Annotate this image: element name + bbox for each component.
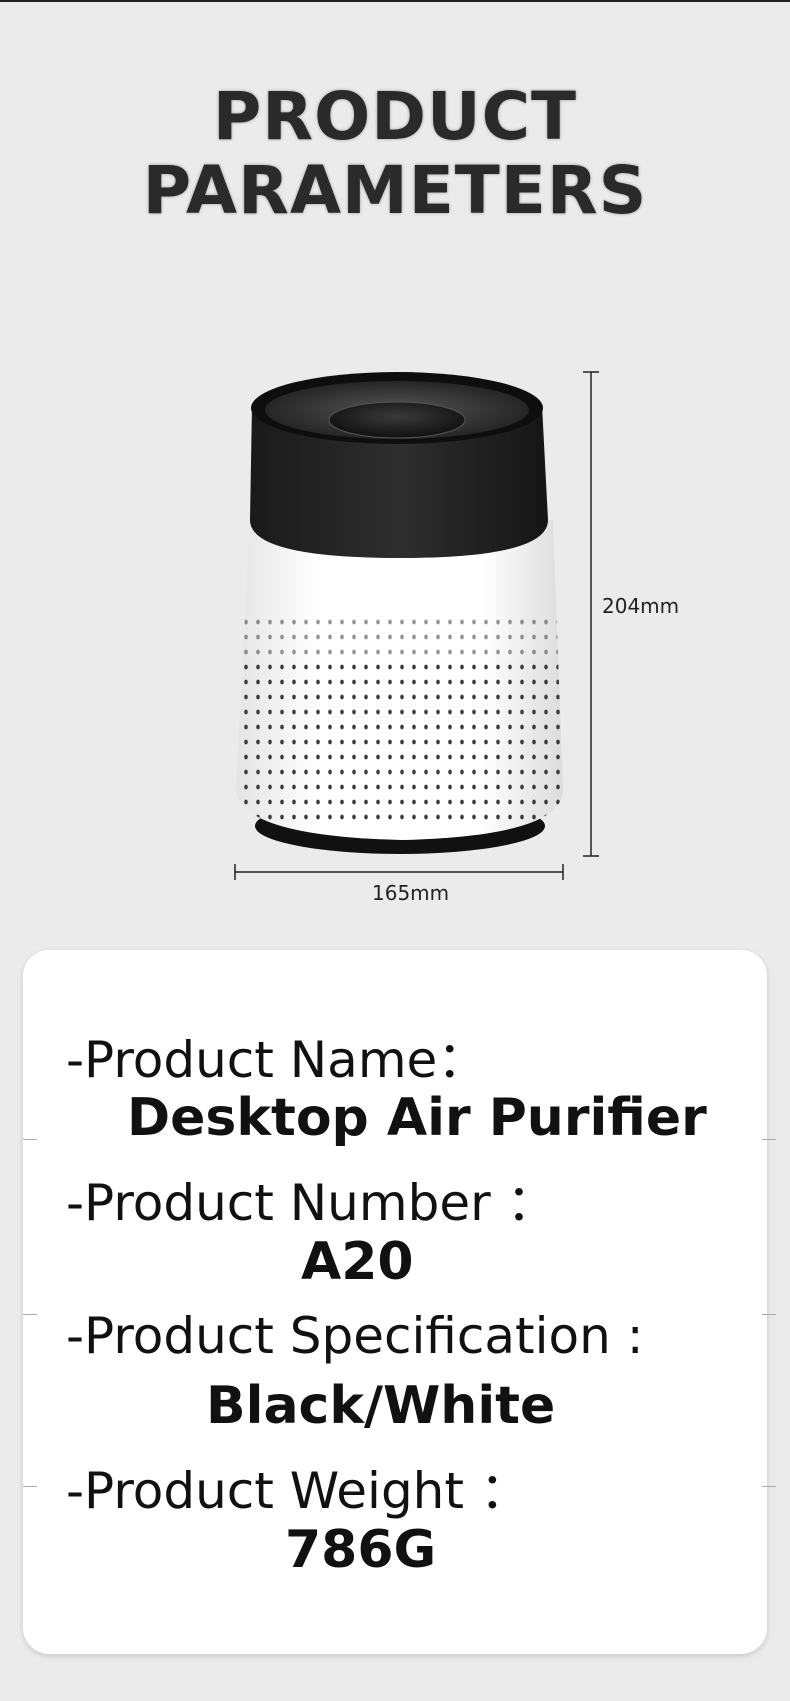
product-number-value: A20 <box>301 1232 414 1292</box>
control-button <box>328 401 466 439</box>
product-image-air-purifier <box>234 371 599 880</box>
product-specification-value: Black/White <box>206 1376 556 1436</box>
product-number-label: -Product Number ： <box>66 1174 557 1232</box>
height-dimension-line <box>583 371 599 857</box>
width-label: 165mm <box>372 881 450 905</box>
divider-tick <box>762 1314 776 1315</box>
divider-tick <box>762 1486 776 1487</box>
height-label: 204mm <box>602 594 680 618</box>
product-weight-label: -Product Weight ： <box>66 1462 530 1520</box>
product-name-value: Desktop Air Purifier <box>127 1088 707 1148</box>
product-weight-value: 786G <box>285 1520 437 1580</box>
divider-tick <box>23 1314 37 1315</box>
width-dimension-line <box>234 864 564 880</box>
parameters-card: -Product Name： Desktop Air Purifier -Pro… <box>23 950 767 1654</box>
product-specification-label: -Product Specification : <box>66 1307 644 1365</box>
divider-tick <box>23 1486 37 1487</box>
divider-tick <box>23 1139 37 1140</box>
product-name-label: -Product Name： <box>66 1031 488 1089</box>
divider-tick <box>762 1139 776 1140</box>
